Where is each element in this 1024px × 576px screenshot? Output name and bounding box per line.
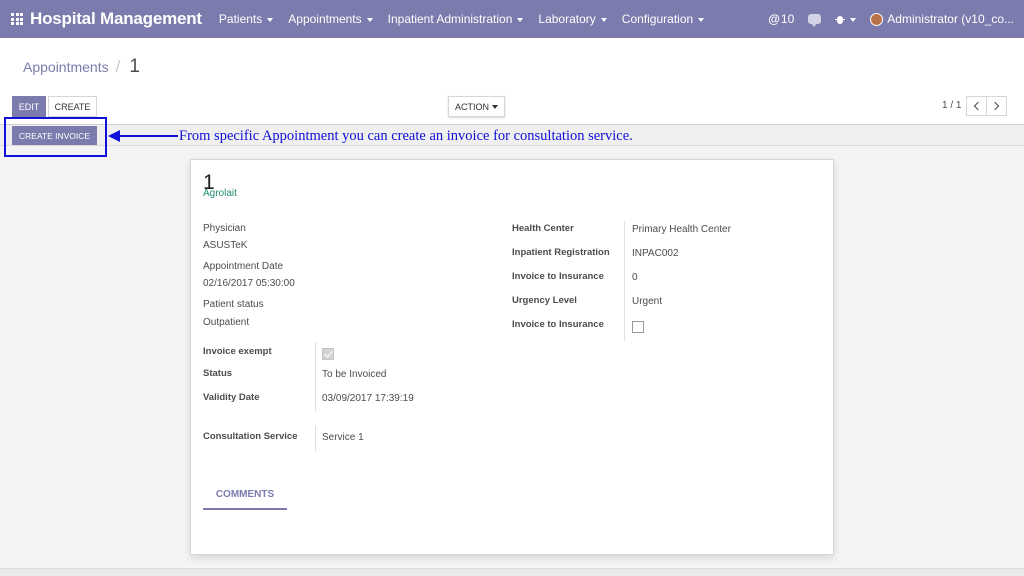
mentions-counter[interactable]: @10 — [768, 12, 794, 26]
caret-down-icon — [267, 17, 274, 22]
user-menu[interactable]: Administrator (v10_co... — [870, 12, 1014, 26]
chevron-left-icon — [973, 101, 983, 111]
annotation-arrow-icon — [108, 130, 178, 142]
health-center-label: Health Center — [512, 223, 574, 234]
debug-menu[interactable] — [835, 14, 857, 25]
urgency-level-value[interactable]: Urgent — [632, 296, 662, 307]
health-center-link[interactable]: Primary Health Center — [632, 224, 731, 235]
appointment-date-value[interactable]: 02/16/2017 05:30:00 — [203, 278, 295, 289]
invoice-status-value: To be Invoiced — [322, 369, 387, 380]
chat-icon — [808, 14, 822, 27]
validity-date-value[interactable]: 03/09/2017 17:39:19 — [322, 393, 414, 404]
pager-next-button[interactable] — [986, 96, 1007, 116]
patient-status-value[interactable]: Outpatient — [203, 317, 249, 328]
invoice-to-insurance-label: Invoice to Insurance — [512, 271, 604, 282]
caret-down-icon — [698, 17, 705, 22]
company-link[interactable]: Agrolait — [203, 188, 237, 199]
breadcrumb-current: 1 — [129, 56, 140, 77]
physician-link[interactable]: ASUSTeK — [203, 240, 247, 251]
messaging-button[interactable] — [808, 14, 822, 27]
avatar — [870, 12, 884, 26]
field-separator — [624, 221, 625, 341]
chevron-right-icon — [990, 101, 1000, 111]
systray: @10 Administrator (v10_co... — [768, 0, 1024, 38]
apps-grid-icon[interactable] — [11, 13, 23, 25]
validity-date-label: Validity Date — [203, 392, 260, 403]
menu-appointments[interactable]: Appointments — [288, 12, 373, 26]
annotation-text: From specific Appointment you can create… — [179, 128, 633, 144]
urgency-level-label: Urgency Level — [512, 295, 577, 306]
invoice-to-insurance-value[interactable]: 0 — [632, 272, 638, 283]
menu-patients[interactable]: Patients — [219, 12, 274, 26]
user-name: Administrator (v10_co... — [887, 12, 1014, 26]
tab-comments[interactable]: COMMENTS — [203, 480, 287, 510]
pager-previous-button[interactable] — [966, 96, 987, 116]
page-footer-bar — [0, 568, 1024, 576]
invoice-exempt-checkbox[interactable] — [322, 348, 334, 360]
action-dropdown[interactable]: ACTION — [448, 96, 505, 117]
invoice-status-label: Status — [203, 368, 233, 379]
menu-laboratory[interactable]: Laboratory — [538, 12, 607, 26]
caret-down-icon — [366, 17, 373, 22]
edit-button[interactable]: EDIT — [12, 96, 46, 117]
app-brand[interactable]: Hospital Management — [30, 9, 202, 29]
menu-inpatient-administration[interactable]: Inpatient Administration — [388, 12, 524, 26]
field-separator — [315, 342, 316, 412]
inpatient-registration-label: Inpatient Registration — [512, 247, 610, 258]
at-icon: @ — [768, 12, 780, 26]
invoice-exempt-label: Invoice exempt — [203, 346, 272, 357]
physician-label: Physician — [203, 223, 246, 234]
annotation-highlight-box — [4, 117, 107, 157]
top-navbar: Hospital Management Patients Appointment… — [0, 0, 1024, 38]
action-label: ACTION — [454, 101, 489, 112]
create-button[interactable]: CREATE — [48, 96, 97, 117]
breadcrumb-separator: / — [115, 57, 121, 76]
appointment-date-label: Appointment Date — [203, 261, 284, 272]
consultation-service-link[interactable]: Service 1 — [322, 432, 364, 443]
breadcrumb-appointments[interactable]: Appointments — [23, 59, 109, 75]
field-separator — [315, 426, 316, 452]
inpatient-registration-link[interactable]: INPAC002 — [632, 248, 679, 259]
invoice-to-insurance-check-label: Invoice to Insurance — [512, 319, 604, 330]
patient-status-label: Patient status — [203, 299, 264, 310]
menu-configuration[interactable]: Configuration — [622, 12, 705, 26]
caret-down-icon — [492, 105, 498, 109]
caret-down-icon — [517, 17, 524, 22]
form-sheet: 1 Agrolait Physician ASUSTeK Appointment… — [190, 159, 834, 555]
breadcrumb: Appointments / 1 — [23, 56, 140, 78]
caret-down-icon — [600, 17, 607, 22]
main-menu: Patients Appointments Inpatient Administ… — [219, 12, 719, 26]
bug-icon — [835, 14, 846, 25]
consultation-service-label: Consultation Service — [203, 431, 298, 442]
invoice-to-insurance-checkbox[interactable] — [632, 321, 644, 333]
pager-value: 1 / 1 — [942, 100, 962, 111]
caret-down-icon — [850, 17, 857, 22]
